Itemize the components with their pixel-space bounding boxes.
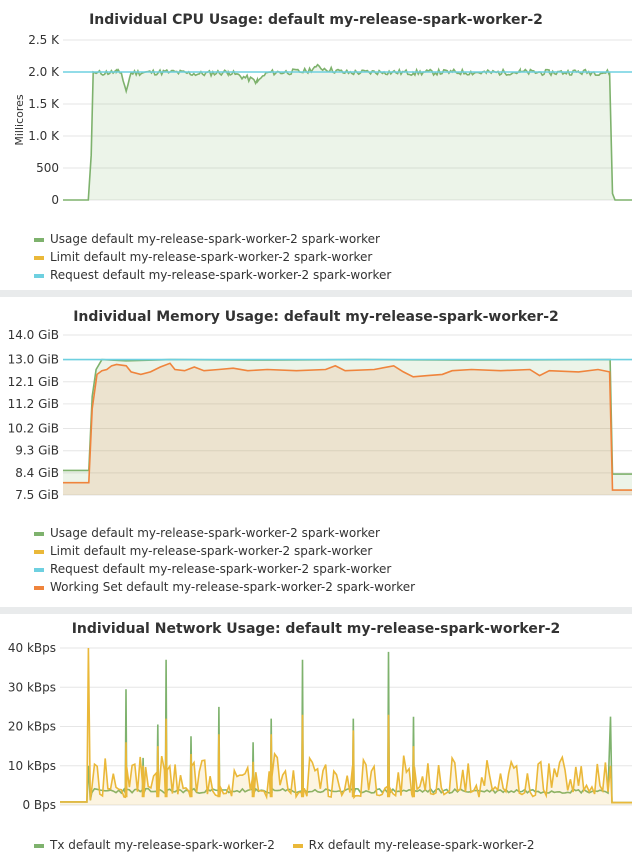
legend-swatch	[34, 843, 44, 848]
y-tick-label: 0	[51, 193, 59, 207]
legend-label: Limit default my-release-spark-worker-2 …	[50, 250, 373, 264]
memory-usage-chart[interactable]: 7.5 GiB 8.4 GiB 9.3 GiB 10.2 GiB 11.2 GiB 12.…	[0, 325, 632, 553]
legend-label: Rx default my-release-spark-worker-2	[308, 838, 535, 852]
legend-label: Usage default my-release-spark-worker-2 …	[50, 526, 380, 540]
cpu-usage-chart[interactable]: 05001.0 K1.5 K2.0 K2.5 K11:2011:3011:401…	[0, 30, 632, 260]
y-tick-label: 10 kBps	[8, 759, 56, 773]
y-tick-label: 20 kBps	[8, 720, 56, 734]
legend-label: Limit default my-release-spark-worker-2 …	[50, 544, 373, 558]
working-set-series-area	[63, 363, 632, 495]
legend-item-limit[interactable]: Limit default my-release-spark-worker-2 …	[34, 248, 632, 266]
legend-swatch	[34, 585, 44, 590]
y-tick-label: 13.0 GiB	[8, 353, 59, 367]
legend-item-limit[interactable]: Limit default my-release-spark-worker-2 …	[34, 542, 632, 560]
network-usage-chart[interactable]: 0 Bps10 kBps20 kBps30 kBps40 kBps11:2011…	[0, 638, 632, 858]
legend-item-request[interactable]: Request default my-release-spark-worker-…	[34, 266, 632, 284]
legend-item-usage[interactable]: Usage default my-release-spark-worker-2 …	[34, 230, 632, 248]
chart-legend: Usage default my-release-spark-worker-2 …	[34, 524, 632, 596]
legend-label: Tx default my-release-spark-worker-2	[50, 838, 275, 852]
legend-label: Usage default my-release-spark-worker-2 …	[50, 232, 380, 246]
y-tick-label: 7.5 GiB	[15, 488, 59, 502]
y-tick-label: 14.0 GiB	[8, 328, 59, 342]
y-tick-label: 500	[36, 161, 59, 175]
legend-swatch	[34, 549, 44, 554]
usage-series-area	[63, 64, 632, 200]
y-tick-label: 10.2 GiB	[8, 422, 59, 436]
legend-item-request[interactable]: Request default my-release-spark-worker-…	[34, 560, 632, 578]
y-tick-label: 1.0 K	[28, 129, 60, 143]
y-tick-label: 1.5 K	[28, 97, 60, 111]
legend-swatch	[292, 843, 303, 848]
chart-legend: Tx default my-release-spark-worker-2 Rx …	[34, 836, 632, 854]
legend-swatch	[34, 237, 44, 242]
y-tick-label: 30 kBps	[8, 680, 56, 694]
y-tick-label: 40 kBps	[8, 641, 56, 655]
y-tick-label: 0 Bps	[22, 798, 56, 812]
legend-item-rx[interactable]: Rx default my-release-spark-worker-2	[292, 836, 535, 854]
panel-title: Individual Network Usage: default my-rel…	[71, 621, 561, 637]
y-axis-label: Millicores	[13, 94, 26, 146]
y-tick-label: 12.1 GiB	[8, 375, 59, 389]
y-tick-label: 11.2 GiB	[8, 397, 59, 411]
memory-usage-panel: Individual Memory Usage: default my-rele…	[0, 297, 632, 607]
legend-label: Request default my-release-spark-worker-…	[50, 268, 392, 282]
chart-legend: Usage default my-release-spark-worker-2 …	[34, 230, 632, 284]
y-tick-label: 8.4 GiB	[15, 466, 59, 480]
cpu-usage-panel: Individual CPU Usage: default my-release…	[0, 0, 632, 290]
y-tick-label: 9.3 GiB	[15, 444, 59, 458]
panel-title: Individual Memory Usage: default my-rele…	[73, 309, 559, 325]
legend-swatch	[34, 531, 44, 536]
panel-title: Individual CPU Usage: default my-release…	[89, 12, 543, 28]
network-usage-panel: Individual Network Usage: default my-rel…	[0, 614, 632, 865]
legend-label: Working Set default my-release-spark-wor…	[50, 580, 416, 594]
legend-item-working-set[interactable]: Working Set default my-release-spark-wor…	[34, 578, 632, 596]
legend-swatch	[34, 567, 44, 572]
legend-swatch	[34, 273, 44, 278]
legend-swatch	[34, 255, 44, 260]
y-tick-label: 2.0 K	[28, 65, 60, 79]
y-tick-label: 2.5 K	[28, 33, 60, 47]
legend-item-tx[interactable]: Tx default my-release-spark-worker-2	[34, 836, 275, 854]
legend-item-usage[interactable]: Usage default my-release-spark-worker-2 …	[34, 524, 632, 542]
legend-label: Request default my-release-spark-worker-…	[50, 562, 392, 576]
